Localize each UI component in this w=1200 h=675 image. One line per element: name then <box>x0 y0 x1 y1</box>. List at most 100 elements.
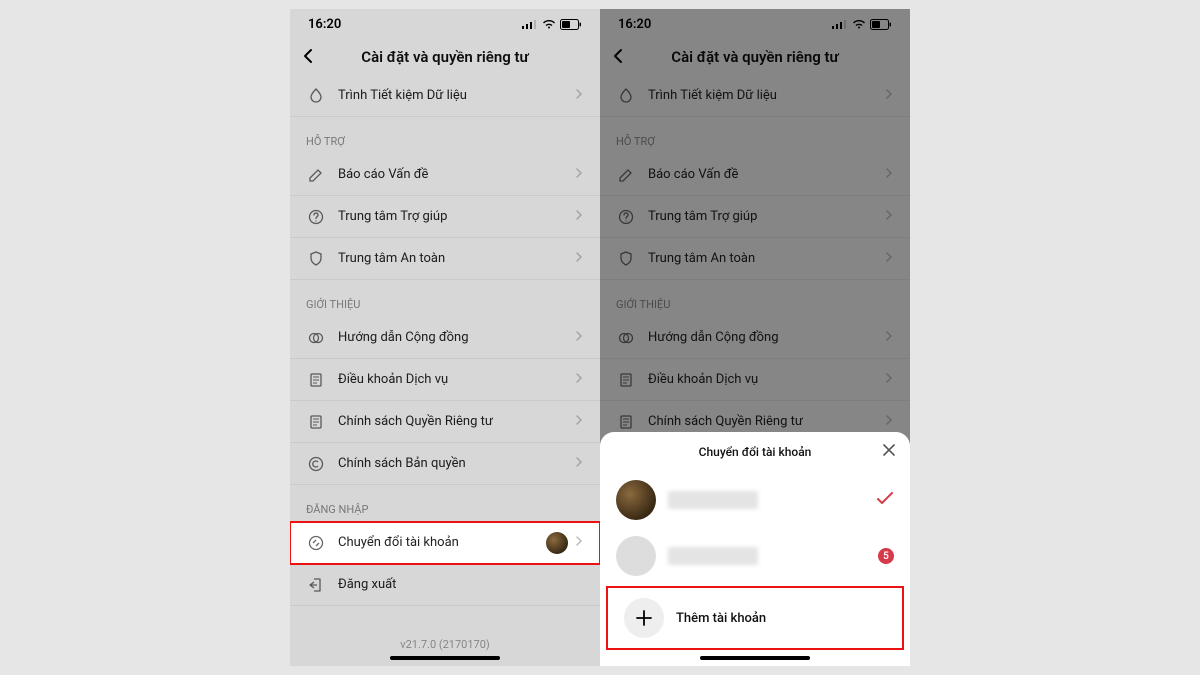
page-title: Cài đặt và quyền riêng tư <box>361 48 528 66</box>
circles-icon <box>616 328 636 348</box>
status-bar: 16:20 <box>600 9 910 39</box>
row-label: Hướng dẫn Cộng đồng <box>338 330 574 345</box>
question-icon <box>616 207 636 227</box>
section-login: ĐĂNG NHẬP <box>290 485 600 522</box>
back-button[interactable] <box>300 47 318 69</box>
row-switch-account[interactable]: Chuyển đổi tài khoản <box>290 522 600 564</box>
sheet-title: Chuyển đổi tài khoản <box>699 445 812 459</box>
document-icon <box>616 370 636 390</box>
status-indicators <box>832 19 892 30</box>
row-logout[interactable]: Đăng xuất <box>290 564 600 606</box>
chevron-right-icon <box>884 372 894 388</box>
home-indicator[interactable] <box>390 656 500 660</box>
chevron-right-icon <box>574 330 584 346</box>
notification-badge: 5 <box>878 548 894 564</box>
row-label: Chính sách Bản quyền <box>338 456 574 471</box>
back-button[interactable] <box>610 47 628 69</box>
row-label: Trình Tiết kiệm Dữ liệu <box>338 88 574 103</box>
chevron-right-icon <box>574 414 584 430</box>
close-button[interactable] <box>882 442 896 461</box>
signal-icon <box>522 19 538 30</box>
chevron-right-icon <box>884 88 894 104</box>
chevron-right-icon <box>574 251 584 267</box>
water-drop-icon <box>616 86 636 106</box>
row-label: Chính sách Quyền Riêng tư <box>338 414 574 429</box>
row-copyright[interactable]: Chính sách Bản quyền <box>290 443 600 485</box>
section-support: HỖ TRỢ <box>290 117 600 154</box>
row-label: Chuyển đổi tài khoản <box>338 535 546 550</box>
avatar <box>616 536 656 576</box>
chevron-left-icon <box>300 47 318 65</box>
row-safety[interactable]: Trung tâm An toàn <box>600 238 910 280</box>
account-row-2[interactable]: 5 <box>600 528 910 584</box>
row-label: Điều khoản Dịch vụ <box>338 372 574 387</box>
row-label: Báo cáo Vấn đề <box>338 167 574 182</box>
question-icon <box>306 207 326 227</box>
section-support: HỖ TRỢ <box>600 117 910 154</box>
row-label: Trung tâm An toàn <box>338 251 574 266</box>
row-privacy[interactable]: Chính sách Quyền Riêng tư <box>290 401 600 443</box>
row-help[interactable]: Trung tâm Trợ giúp <box>290 196 600 238</box>
avatar-thumbnail <box>546 532 568 554</box>
chevron-right-icon <box>574 167 584 183</box>
phone-left: 16:20 Cài đặt và quyền riêng tư Trình Ti… <box>290 9 600 666</box>
account-row-1[interactable] <box>600 472 910 528</box>
row-safety[interactable]: Trung tâm An toàn <box>290 238 600 280</box>
chevron-right-icon <box>884 209 894 225</box>
chevron-right-icon <box>574 456 584 472</box>
row-help[interactable]: Trung tâm Trợ giúp <box>600 196 910 238</box>
wifi-icon <box>542 19 556 30</box>
chevron-right-icon <box>884 167 894 183</box>
page-header: Cài đặt và quyền riêng tư <box>290 39 600 75</box>
home-indicator[interactable] <box>700 656 810 660</box>
shield-icon <box>306 249 326 269</box>
status-indicators <box>522 19 582 30</box>
chevron-right-icon <box>884 251 894 267</box>
chevron-right-icon <box>574 88 584 104</box>
shield-icon <box>616 249 636 269</box>
logout-icon <box>306 575 326 595</box>
avatar <box>616 480 656 520</box>
close-icon <box>882 443 896 457</box>
signal-icon <box>832 19 848 30</box>
row-guidelines[interactable]: Hướng dẫn Cộng đồng <box>290 317 600 359</box>
row-guidelines[interactable]: Hướng dẫn Cộng đồng <box>600 317 910 359</box>
check-icon <box>876 491 894 510</box>
row-label: Hướng dẫn Cộng đồng <box>648 330 884 345</box>
row-terms[interactable]: Điều khoản Dịch vụ <box>290 359 600 401</box>
row-report[interactable]: Báo cáo Vấn đề <box>600 154 910 196</box>
account-name-redacted <box>668 547 758 565</box>
row-label: Chính sách Quyền Riêng tư <box>648 414 884 429</box>
switch-account-sheet: Chuyển đổi tài khoản 5 <box>600 432 910 666</box>
chevron-right-icon <box>884 330 894 346</box>
section-about: GIỚI THIỆU <box>600 280 910 317</box>
sheet-header: Chuyển đổi tài khoản <box>600 432 910 472</box>
row-label: Đăng xuất <box>338 577 584 592</box>
switch-icon <box>306 533 326 553</box>
circles-icon <box>306 328 326 348</box>
row-label: Điều khoản Dịch vụ <box>648 372 884 387</box>
version-text: v21.7.0 (2170170) <box>290 638 600 651</box>
document-icon <box>306 370 326 390</box>
chevron-right-icon <box>574 209 584 225</box>
page-header: Cài đặt và quyền riêng tư <box>600 39 910 75</box>
water-drop-icon <box>306 86 326 106</box>
wifi-icon <box>852 19 866 30</box>
row-terms[interactable]: Điều khoản Dịch vụ <box>600 359 910 401</box>
add-account-row[interactable]: Thêm tài khoản <box>608 588 902 648</box>
add-account-label: Thêm tài khoản <box>676 611 766 626</box>
section-about: GIỚI THIỆU <box>290 280 600 317</box>
chevron-right-icon <box>884 414 894 430</box>
pencil-icon <box>306 165 326 185</box>
plus-icon <box>624 598 664 638</box>
status-time: 16:20 <box>618 17 651 32</box>
row-data-saver[interactable]: Trình Tiết kiệm Dữ liệu <box>600 75 910 117</box>
row-label: Trình Tiết kiệm Dữ liệu <box>648 88 884 103</box>
status-time: 16:20 <box>308 17 341 32</box>
row-label: Trung tâm An toàn <box>648 251 884 266</box>
row-data-saver[interactable]: Trình Tiết kiệm Dữ liệu <box>290 75 600 117</box>
account-name-redacted <box>668 491 758 509</box>
chevron-right-icon <box>574 535 584 551</box>
document-icon <box>616 412 636 432</box>
row-report[interactable]: Báo cáo Vấn đề <box>290 154 600 196</box>
